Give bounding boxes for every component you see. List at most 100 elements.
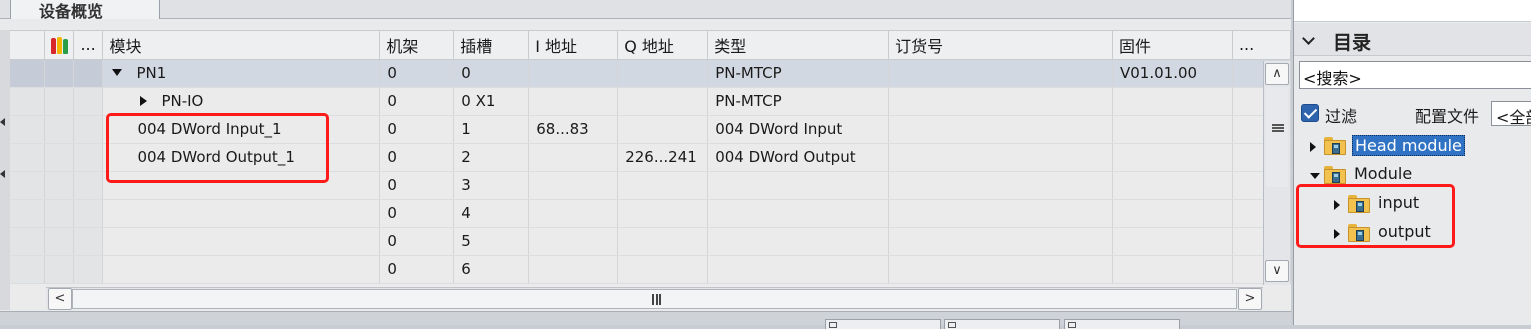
type-cell[interactable] (707, 171, 890, 200)
firmware-cell[interactable] (1112, 87, 1233, 116)
collapse-arrow-icon[interactable] (112, 68, 123, 76)
order-cell[interactable] (888, 143, 1113, 172)
i-address-cell[interactable] (528, 143, 619, 172)
tab-device-overview[interactable]: 设备概览 (10, 0, 160, 21)
module-cell[interactable] (102, 199, 381, 228)
slot-cell[interactable]: 4 (453, 199, 530, 228)
vertical-scroll-thumb[interactable] (1266, 87, 1288, 187)
header-rack[interactable]: 机架 (379, 31, 455, 60)
table-row[interactable]: 0 6 (10, 255, 1292, 284)
header-order-number[interactable]: 订货号 (888, 31, 1113, 60)
module-cell[interactable] (102, 255, 381, 284)
firmware-cell[interactable] (1112, 199, 1233, 228)
collapse-left-icon[interactable] (0, 170, 5, 178)
table-row[interactable]: 004 DWord Output_1 0 2 226...241 004 DWo… (10, 143, 1292, 172)
order-cell[interactable] (888, 115, 1113, 144)
table-row[interactable]: 0 5 (10, 227, 1292, 256)
module-cell[interactable] (102, 171, 381, 200)
slot-cell[interactable]: 0 X1 (453, 87, 530, 116)
q-address-cell[interactable] (617, 227, 709, 256)
i-address-cell[interactable] (528, 227, 619, 256)
slot-cell[interactable]: 5 (453, 227, 530, 256)
slot-cell[interactable]: 3 (453, 171, 530, 200)
header-q-address[interactable]: Q 地址 (617, 31, 709, 60)
horizontal-scroll-thumb[interactable] (72, 289, 1237, 309)
vertical-scrollbar[interactable]: ∧ ∨ (1263, 61, 1290, 285)
q-address-cell[interactable] (617, 199, 709, 228)
scroll-down-icon[interactable]: ∨ (1265, 260, 1289, 282)
header-i-address[interactable]: I 地址 (528, 31, 619, 60)
rack-cell[interactable]: 0 (379, 87, 455, 116)
catalog-search-input[interactable]: <搜索> (1299, 61, 1531, 89)
firmware-cell[interactable] (1112, 143, 1233, 172)
q-address-cell[interactable] (617, 115, 709, 144)
header-more-right[interactable]: ... (1232, 31, 1292, 60)
header-firmware[interactable]: 固件 (1112, 31, 1233, 60)
firmware-cell[interactable] (1112, 171, 1233, 200)
module-cell[interactable]: PN1 (102, 59, 381, 88)
q-address-cell[interactable]: 226...241 (617, 143, 709, 172)
rack-cell[interactable]: 0 (379, 255, 455, 284)
q-address-cell[interactable] (617, 255, 709, 284)
module-cell[interactable]: 004 DWord Output_1 (102, 143, 381, 172)
scroll-left-icon[interactable]: < (48, 288, 72, 310)
header-type[interactable]: 类型 (707, 31, 890, 60)
rack-cell[interactable]: 0 (379, 59, 455, 88)
expand-arrow-icon[interactable] (1334, 229, 1340, 239)
module-cell[interactable]: PN-IO (102, 87, 381, 116)
header-module[interactable]: 模块 (102, 31, 381, 60)
i-address-cell[interactable] (528, 171, 619, 200)
table-row[interactable]: 0 4 (10, 199, 1292, 228)
horizontal-scrollbar[interactable]: < > (46, 287, 1263, 310)
q-address-cell[interactable] (617, 59, 709, 88)
chevron-down-icon[interactable] (1302, 32, 1315, 45)
collapse-arrow-icon[interactable] (1310, 173, 1320, 179)
slot-cell[interactable]: 6 (453, 255, 530, 284)
order-cell[interactable] (888, 59, 1113, 88)
i-address-cell[interactable] (528, 199, 619, 228)
i-address-cell[interactable] (528, 59, 619, 88)
type-cell[interactable]: PN-MTCP (707, 59, 890, 88)
expand-arrow-icon[interactable] (1310, 142, 1316, 152)
checkbox-checked-icon[interactable] (1301, 104, 1319, 122)
rack-cell[interactable]: 0 (379, 199, 455, 228)
q-address-cell[interactable] (617, 171, 709, 200)
scroll-up-icon[interactable]: ∧ (1265, 63, 1289, 85)
header-slot[interactable]: 插槽 (453, 31, 530, 60)
i-address-cell[interactable] (528, 87, 619, 116)
type-cell[interactable]: PN-MTCP (707, 87, 890, 116)
rack-cell[interactable]: 0 (379, 227, 455, 256)
header-status[interactable] (44, 31, 75, 60)
firmware-cell[interactable] (1112, 255, 1233, 284)
header-more-left[interactable]: ... (73, 31, 104, 60)
q-address-cell[interactable] (617, 87, 709, 116)
table-row[interactable]: 004 DWord Input_1 0 1 68...83 004 DWord … (10, 115, 1292, 144)
table-row[interactable]: PN1 0 0 PN-MTCP V01.01.00 (10, 59, 1292, 88)
firmware-cell[interactable]: V01.01.00 (1112, 59, 1233, 88)
table-row[interactable]: 0 3 (10, 171, 1292, 200)
order-cell[interactable] (888, 227, 1113, 256)
rack-cell[interactable]: 0 (379, 115, 455, 144)
bottom-tab[interactable] (1064, 319, 1180, 329)
bottom-tab[interactable] (944, 319, 1060, 329)
firmware-cell[interactable] (1112, 115, 1233, 144)
expand-arrow-icon[interactable] (1334, 200, 1340, 210)
i-address-cell[interactable] (528, 255, 619, 284)
catalog-header[interactable]: 目录 (1294, 23, 1531, 56)
order-cell[interactable] (888, 87, 1113, 116)
type-cell[interactable]: 004 DWord Input (707, 115, 890, 144)
table-row[interactable]: PN-IO 0 0 X1 PN-MTCP (10, 87, 1292, 116)
slot-cell[interactable]: 1 (453, 115, 530, 144)
rack-cell[interactable]: 0 (379, 143, 455, 172)
type-cell[interactable] (707, 227, 890, 256)
slot-cell[interactable]: 2 (453, 143, 530, 172)
expand-arrow-icon[interactable] (140, 95, 148, 106)
rack-cell[interactable]: 0 (379, 171, 455, 200)
scroll-right-icon[interactable]: > (1238, 288, 1262, 310)
i-address-cell[interactable]: 68...83 (528, 115, 619, 144)
profile-select[interactable]: <全部> (1491, 101, 1531, 126)
type-cell[interactable] (707, 255, 890, 284)
slot-cell[interactable]: 0 (453, 59, 530, 88)
order-cell[interactable] (888, 255, 1113, 284)
type-cell[interactable] (707, 199, 890, 228)
